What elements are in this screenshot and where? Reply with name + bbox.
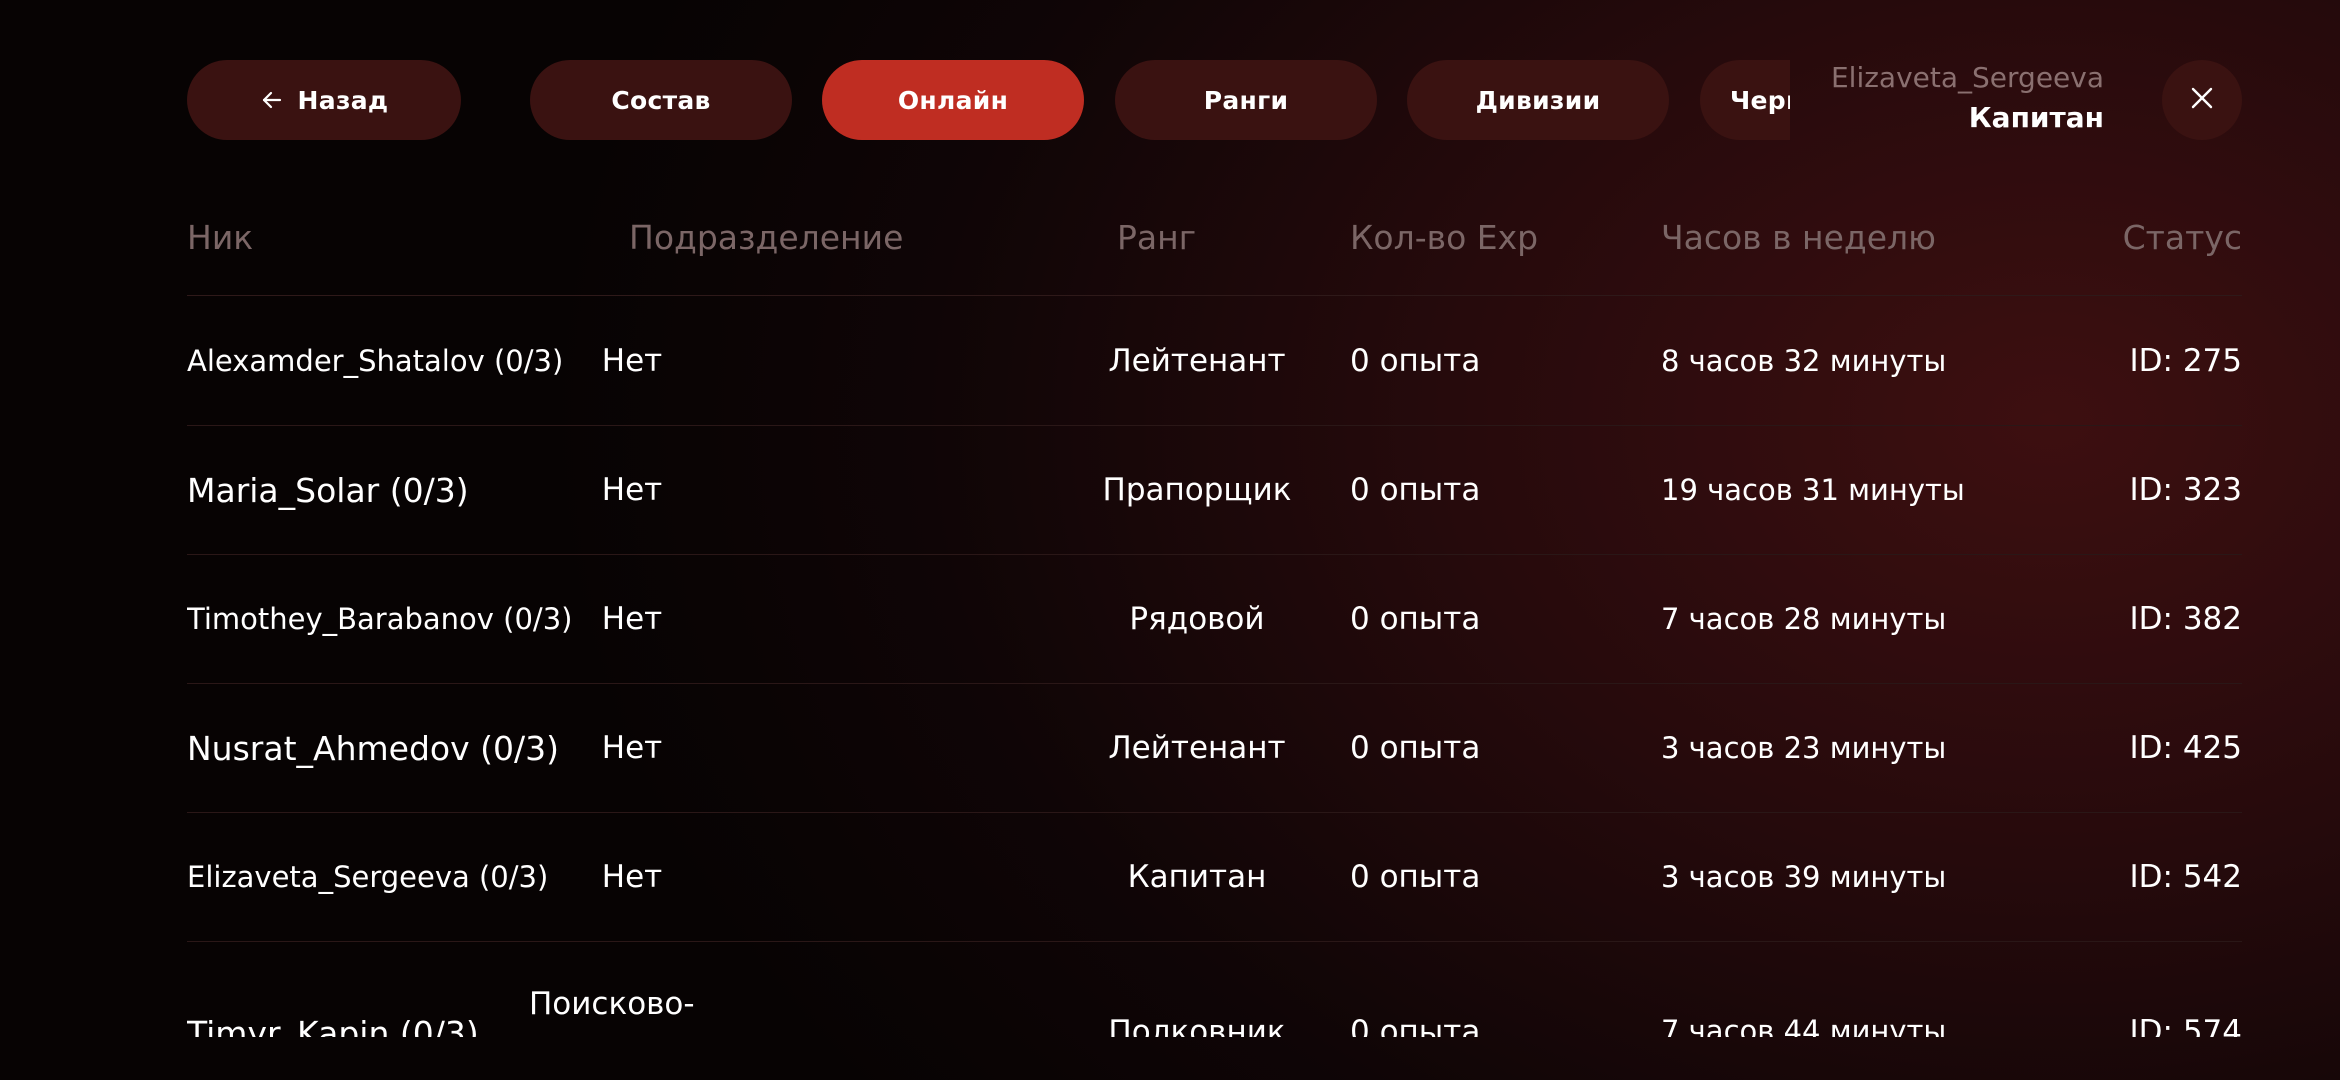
cell-nick: Alexamder_Shatalov (0/3) [187, 344, 564, 378]
cell-division: Нет [601, 601, 663, 637]
current-user: Elizaveta_Sergeeva Капитан [1831, 58, 2104, 138]
cell-division: Поисково- [529, 986, 695, 1022]
user-name: Elizaveta_Sergeeva [1830, 61, 2104, 94]
cell-status: ID: 275 [2129, 343, 2242, 379]
tab-label: Состав [611, 85, 711, 115]
cell-hours: 7 часов 28 минуты [1661, 602, 1947, 636]
tab-divisions[interactable]: Дивизии [1407, 60, 1669, 140]
cell-division: Нет [601, 730, 663, 766]
table-row[interactable]: Timyr_Kapin (0/3) Поисково- Полковник 0 … [187, 942, 2242, 1037]
header-rank: Ранг [1117, 218, 1197, 257]
table-header: Ник Подразделение Ранг Кол-во Exp Часов … [187, 198, 2242, 296]
top-bar: Назад Состав Онлайн Ранги Дивизии Черн E… [0, 0, 2340, 200]
cell-rank: Рядовой [1129, 601, 1265, 637]
tabs-strip: Назад Состав Онлайн Ранги Дивизии Черн [0, 0, 1790, 200]
header-exp: Кол-во Exp [1350, 218, 1539, 257]
cell-hours: 3 часов 23 минуты [1661, 731, 1947, 765]
tab-label: Онлайн [897, 85, 1009, 115]
header-hours: Часов в неделю [1661, 218, 1936, 257]
table-row[interactable]: Nusrat_Ahmedov (0/3) Нет Лейтенант 0 опы… [187, 684, 2242, 813]
cell-hours: 7 часов 44 минуты [1661, 1014, 1947, 1037]
cell-exp: 0 опыта [1350, 601, 1481, 637]
tab-label: Черн [1730, 85, 1790, 115]
close-button[interactable] [2162, 60, 2242, 140]
cell-rank: Лейтенант [1108, 343, 1286, 379]
cell-status: ID: 425 [2129, 730, 2242, 766]
cell-status: ID: 542 [2129, 859, 2242, 895]
cell-exp: 0 опыта [1350, 730, 1481, 766]
cell-nick: Timothey_Barabanov (0/3) [187, 602, 573, 636]
cell-nick: Maria_Solar (0/3) [187, 470, 469, 510]
cell-exp: 0 опыта [1350, 343, 1481, 379]
header-status: Статус [2122, 218, 2242, 257]
cell-rank: Лейтенант [1108, 730, 1286, 766]
cell-hours: 8 часов 32 минуты [1661, 344, 1947, 378]
cell-status: ID: 574 [2129, 1014, 2242, 1037]
header-division: Подразделение [629, 218, 904, 257]
cell-rank: Полковник [1108, 1014, 1286, 1037]
table-row[interactable]: Elizaveta_Sergeeva (0/3) Нет Капитан 0 о… [187, 813, 2242, 942]
tab-label: Дивизии [1475, 85, 1601, 115]
cell-exp: 0 опыта [1350, 472, 1481, 508]
close-icon [2188, 84, 2216, 116]
cell-division: Нет [601, 343, 663, 379]
cell-nick: Timyr_Kapin (0/3) [187, 1014, 479, 1037]
cell-rank: Капитан [1127, 859, 1267, 895]
table-row[interactable]: Alexamder_Shatalov (0/3) Нет Лейтенант 0… [187, 297, 2242, 426]
cell-status: ID: 382 [2129, 601, 2242, 637]
table-row[interactable]: Maria_Solar (0/3) Нет Прапорщик 0 опыта … [187, 426, 2242, 555]
user-rank: Капитан [1968, 101, 2104, 134]
tab-blacklist[interactable]: Черн [1700, 60, 1790, 140]
tab-sostav[interactable]: Состав [530, 60, 792, 140]
cell-nick: Elizaveta_Sergeeva (0/3) [187, 860, 549, 894]
cell-exp: 0 опыта [1350, 1014, 1481, 1037]
cell-nick: Nusrat_Ahmedov (0/3) [187, 728, 559, 768]
tab-label: Ранги [1203, 85, 1289, 115]
cell-exp: 0 опыта [1350, 859, 1481, 895]
back-button[interactable]: Назад [187, 60, 461, 140]
cell-division: Нет [601, 472, 663, 508]
cell-division: Нет [601, 859, 663, 895]
tab-ranks[interactable]: Ранги [1115, 60, 1377, 140]
members-table: Ник Подразделение Ранг Кол-во Exp Часов … [187, 198, 2242, 296]
cell-hours: 19 часов 31 минуты [1661, 473, 1965, 507]
table-row[interactable]: Timothey_Barabanov (0/3) Нет Рядовой 0 о… [187, 555, 2242, 684]
cell-status: ID: 323 [2129, 472, 2242, 508]
cell-hours: 3 часов 39 минуты [1661, 860, 1947, 894]
tab-online[interactable]: Онлайн [822, 60, 1084, 140]
cell-rank: Прапорщик [1102, 472, 1292, 508]
back-button-label: Назад [297, 85, 389, 115]
table-body: Alexamder_Shatalov (0/3) Нет Лейтенант 0… [187, 297, 2242, 1037]
arrow-left-icon [260, 88, 284, 112]
header-nick: Ник [187, 218, 254, 257]
